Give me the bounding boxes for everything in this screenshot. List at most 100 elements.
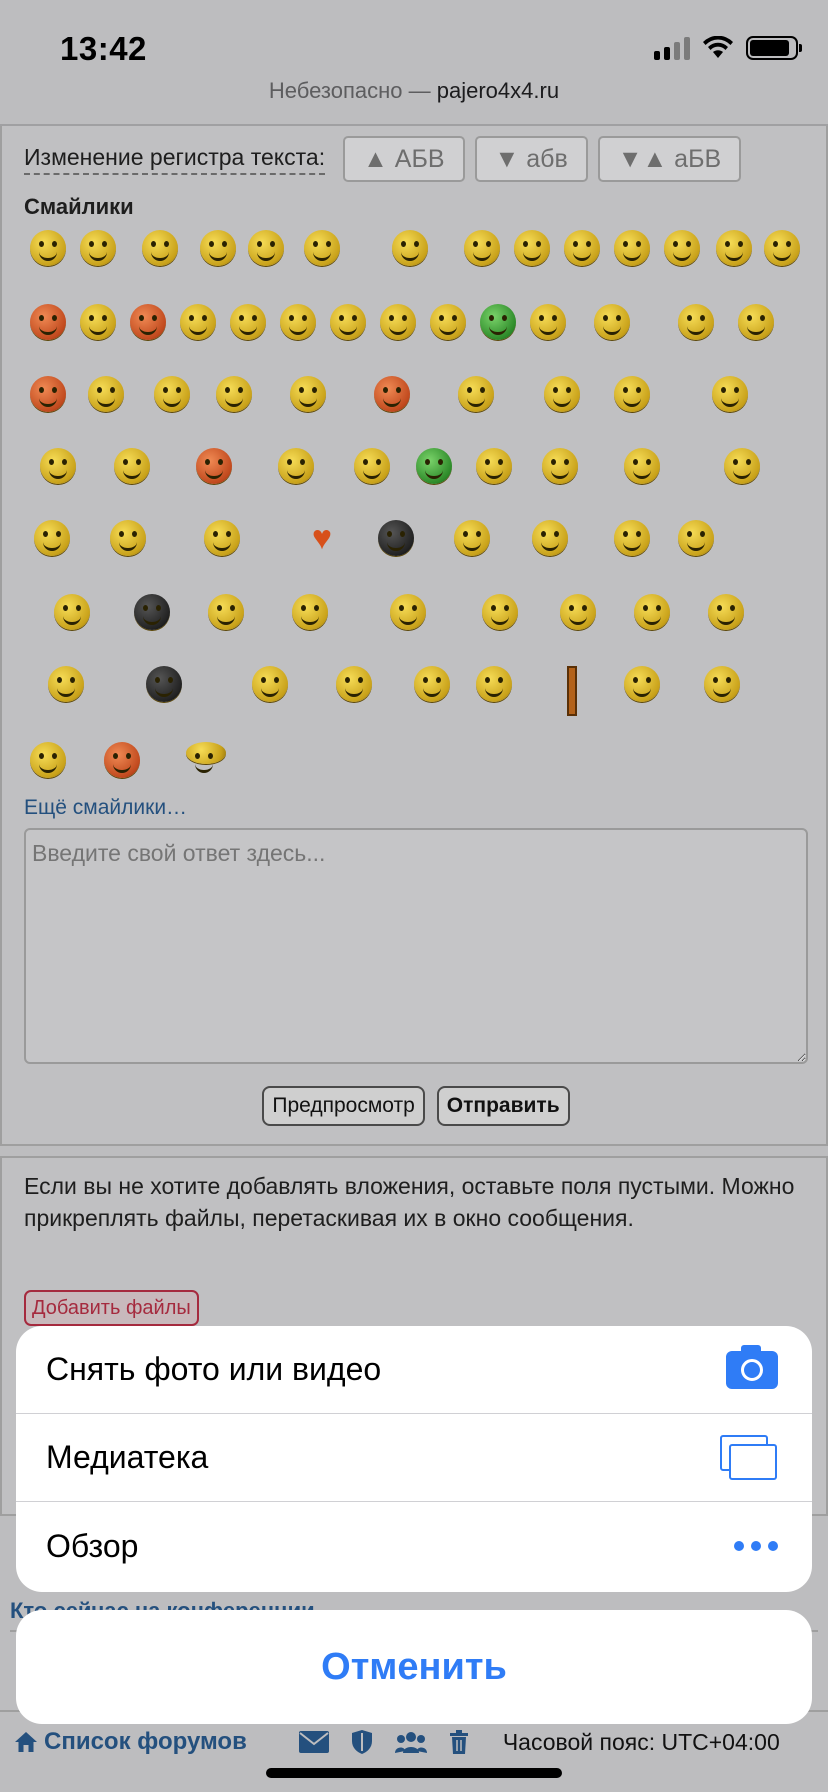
smiley[interactable] <box>216 376 252 412</box>
smiley[interactable] <box>712 376 748 412</box>
smiley[interactable] <box>130 304 166 340</box>
heart-smiley[interactable]: ♥ <box>304 519 340 557</box>
smiley[interactable] <box>40 448 76 484</box>
smiley[interactable] <box>416 448 452 484</box>
shield-icon[interactable] <box>351 1729 373 1755</box>
smiley[interactable] <box>374 376 410 412</box>
smiley[interactable] <box>716 230 752 266</box>
envelope-icon[interactable] <box>298 1731 329 1753</box>
smiley[interactable] <box>88 376 124 412</box>
smiley[interactable] <box>54 594 90 630</box>
submit-button[interactable]: Отправить <box>436 1086 570 1126</box>
smiley[interactable] <box>186 742 226 773</box>
smiley[interactable] <box>392 230 428 266</box>
smiley[interactable] <box>142 230 178 266</box>
smiley[interactable] <box>530 304 566 340</box>
smiley[interactable] <box>304 230 340 266</box>
smiley[interactable] <box>454 520 490 556</box>
smiley[interactable] <box>114 448 150 484</box>
smiley[interactable] <box>564 230 600 266</box>
smiley[interactable] <box>200 230 236 266</box>
smiley[interactable] <box>458 376 494 412</box>
smiley[interactable] <box>280 304 316 340</box>
smiley[interactable] <box>292 594 328 630</box>
photo-library-icon <box>720 1434 778 1481</box>
smiley[interactable] <box>330 304 366 340</box>
smiley[interactable] <box>146 666 182 702</box>
smiley[interactable] <box>48 666 84 702</box>
home-indicator[interactable] <box>266 1768 562 1778</box>
smiley[interactable] <box>480 304 516 340</box>
add-files-button[interactable]: Добавить файлы <box>24 1290 199 1326</box>
smiley[interactable] <box>542 448 578 484</box>
smiley[interactable] <box>476 666 512 702</box>
smiley[interactable] <box>476 448 512 484</box>
smiley[interactable] <box>248 230 284 266</box>
smiley[interactable] <box>252 666 288 702</box>
smiley[interactable] <box>678 520 714 556</box>
smiley[interactable] <box>594 304 630 340</box>
smiley[interactable] <box>196 448 232 484</box>
users-icon[interactable] <box>394 1730 427 1754</box>
smiley[interactable] <box>278 448 314 484</box>
smiley[interactable] <box>80 304 116 340</box>
smiley[interactable] <box>354 448 390 484</box>
smiley[interactable] <box>624 448 660 484</box>
smiley[interactable] <box>336 666 372 702</box>
invert-case-button[interactable]: ▼▲ аБВ <box>597 136 742 182</box>
reply-textarea[interactable] <box>24 828 808 1064</box>
smiley[interactable] <box>560 594 596 630</box>
smiley[interactable] <box>430 304 466 340</box>
case-change-toolbar: Изменение регистра текста: ▲ АБВ ▼ абв ▼… <box>24 136 742 182</box>
smiley[interactable] <box>154 376 190 412</box>
more-smilies-link[interactable]: Ещё смайлики… <box>24 796 187 820</box>
smiley[interactable] <box>624 666 660 702</box>
bomb-smiley[interactable] <box>378 520 414 556</box>
smiley[interactable] <box>614 520 650 556</box>
smiley[interactable] <box>110 520 146 556</box>
url-bar[interactable]: Небезопасно — pajero4x4.ru <box>0 78 828 104</box>
smiley[interactable] <box>664 230 700 266</box>
smiley[interactable] <box>544 376 580 412</box>
smiley[interactable] <box>614 376 650 412</box>
smiley[interactable] <box>678 304 714 340</box>
smiley[interactable] <box>290 376 326 412</box>
smiley[interactable] <box>80 230 116 266</box>
smiley[interactable] <box>30 376 66 412</box>
smiley[interactable] <box>30 742 66 778</box>
cancel-button[interactable]: Отменить <box>16 1610 812 1724</box>
uppercase-button[interactable]: ▲ АБВ <box>343 136 465 182</box>
smiley[interactable] <box>230 304 266 340</box>
ladder-smiley[interactable] <box>554 666 590 716</box>
lowercase-button[interactable]: ▼ абв <box>474 136 588 182</box>
smiley[interactable] <box>514 230 550 266</box>
smiley[interactable] <box>414 666 450 702</box>
smiley[interactable] <box>180 304 216 340</box>
smiley[interactable] <box>704 666 740 702</box>
smiley[interactable] <box>34 520 70 556</box>
smiley[interactable] <box>708 594 744 630</box>
smiley[interactable] <box>134 594 170 630</box>
smiley[interactable] <box>208 594 244 630</box>
smiley[interactable] <box>764 230 800 266</box>
smiley[interactable] <box>614 230 650 266</box>
smiley[interactable] <box>104 742 140 778</box>
smiley[interactable] <box>204 520 240 556</box>
smiley[interactable] <box>30 230 66 266</box>
smiley[interactable] <box>482 594 518 630</box>
trash-icon[interactable] <box>449 1730 469 1754</box>
browse-option[interactable]: Обзор <box>16 1502 812 1590</box>
smiley[interactable] <box>634 594 670 630</box>
smiley[interactable] <box>532 520 568 556</box>
forum-index-link[interactable]: Список форумов <box>14 1728 247 1756</box>
photo-library-option[interactable]: Медиатека <box>16 1414 812 1502</box>
smiley[interactable] <box>380 304 416 340</box>
smiley[interactable] <box>724 448 760 484</box>
security-label: Небезопасно — <box>268 78 437 103</box>
smiley[interactable] <box>30 304 66 340</box>
preview-button[interactable]: Предпросмотр <box>262 1086 425 1126</box>
smiley[interactable] <box>464 230 500 266</box>
take-photo-option[interactable]: Снять фото или видео <box>16 1326 812 1414</box>
smiley[interactable] <box>390 594 426 630</box>
smiley[interactable] <box>738 304 774 340</box>
